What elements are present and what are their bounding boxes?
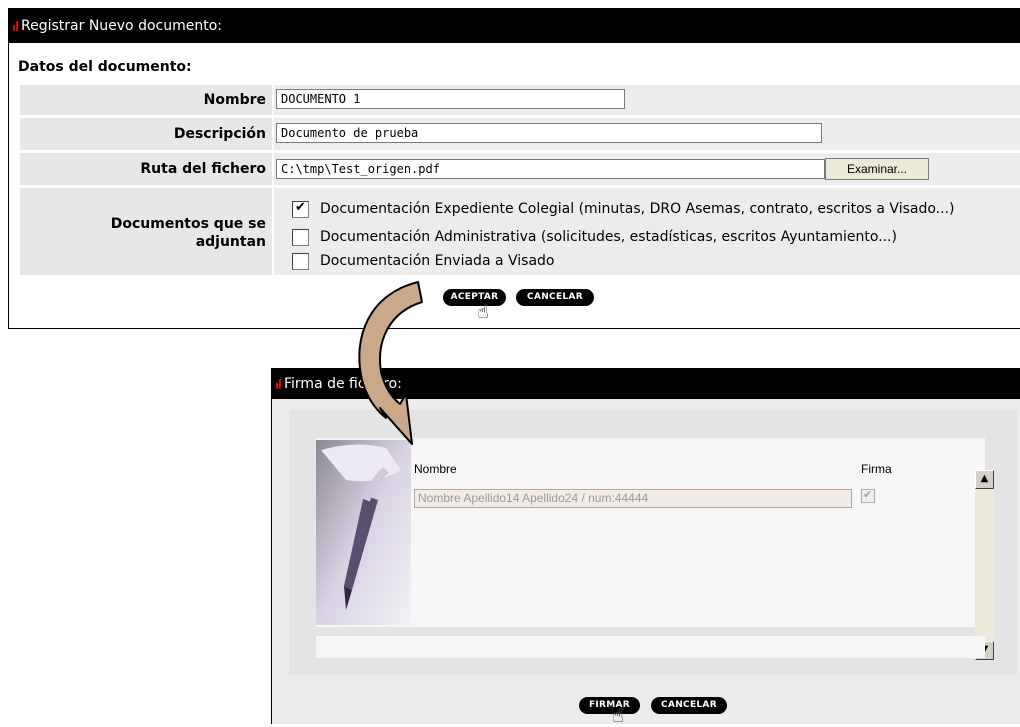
adjuntos-label-line2: adjuntan	[195, 234, 266, 250]
signature-scrollbar[interactable]: ▲ ▼	[975, 470, 994, 660]
ruta-input[interactable]: C:\tmp\Test_origen.pdf	[276, 159, 825, 179]
option-administrativa-label: Documentación Administrativa (solicitude…	[320, 229, 897, 245]
nombre-label: Nombre	[20, 85, 272, 115]
adjuntos-label: Documentos que se adjuntan	[20, 188, 272, 275]
section-title: Datos del documento:	[18, 59, 192, 75]
signature-list: Nombre Firma Nombre Apellido14 Apellido2…	[316, 438, 985, 627]
firma-status-strip	[316, 636, 985, 658]
option-expediente-label: Documentación Expediente Colegial (minut…	[320, 201, 955, 217]
nombre-column-header: Nombre	[414, 462, 457, 476]
descripcion-label: Descripción	[20, 118, 272, 150]
signer-name-field: Nombre Apellido14 Apellido24 / num:44444	[414, 489, 852, 508]
register-title: Registrar Nuevo documento:	[21, 18, 222, 34]
aceptar-button[interactable]: ACEPTAR	[443, 289, 506, 306]
descripcion-input[interactable]: Documento de prueba	[276, 123, 822, 143]
hand-cursor-icon: ☝	[612, 705, 624, 727]
checkbox-administrativa[interactable]	[292, 228, 309, 246]
title-marker-icon	[13, 21, 19, 31]
pen-icon	[316, 440, 411, 625]
firmar-button[interactable]: FIRMAR	[579, 697, 640, 714]
option-administrativa-row[interactable]: Documentación Administrativa (solicitude…	[292, 226, 897, 248]
option-visado-label: Documentación Enviada a Visado	[320, 253, 555, 269]
register-titlebar: Registrar Nuevo documento:	[9, 9, 1020, 43]
scroll-up-icon[interactable]: ▲	[975, 470, 994, 489]
scroll-track[interactable]	[975, 489, 994, 641]
checkbox-visado[interactable]	[292, 252, 309, 270]
hand-cursor-icon: ☝	[477, 301, 489, 323]
adjuntos-label-line1: Documentos que se	[110, 216, 266, 232]
option-expediente-row[interactable]: Documentación Expediente Colegial (minut…	[292, 198, 954, 220]
checkbox-expediente[interactable]	[292, 200, 309, 218]
firma-column-header: Firma	[861, 462, 892, 476]
curved-arrow-icon	[358, 281, 423, 445]
ruta-label: Ruta del fichero	[20, 153, 272, 185]
cancelar-button[interactable]: CANCELAR	[516, 289, 594, 306]
option-visado-row[interactable]: Documentación Enviada a Visado	[292, 250, 555, 272]
nombre-input[interactable]: DOCUMENTO 1	[276, 89, 625, 109]
register-document-panel: Registrar Nuevo documento: Datos del doc…	[8, 8, 1020, 329]
cancelar-firma-button[interactable]: CANCELAR	[651, 697, 727, 714]
title-marker-icon	[276, 378, 282, 389]
firma-checkbox	[861, 488, 875, 503]
examinar-button[interactable]: Examinar...	[825, 158, 929, 180]
